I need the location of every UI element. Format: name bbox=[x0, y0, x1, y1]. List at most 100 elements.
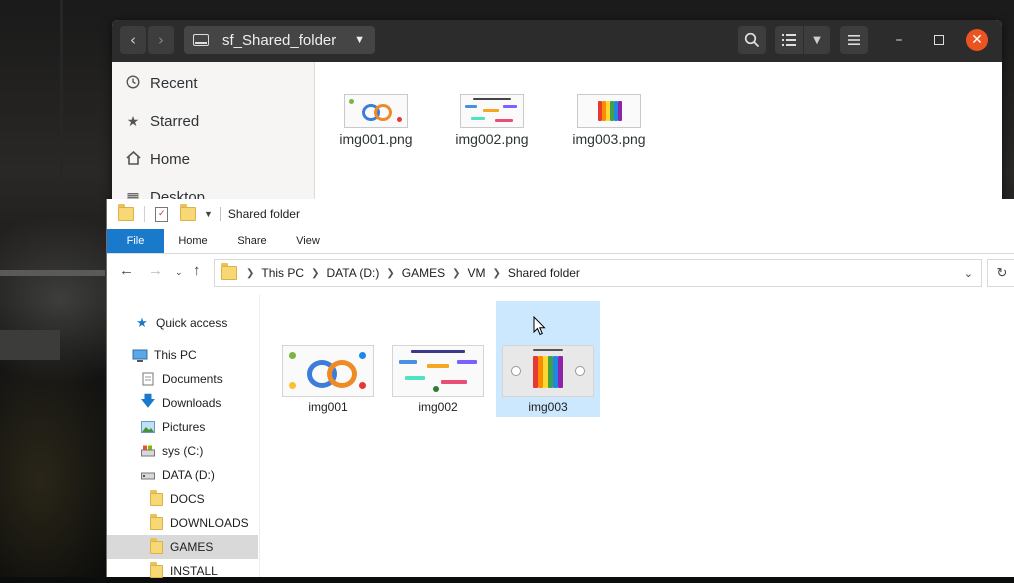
chevron-right-icon: › bbox=[158, 31, 164, 49]
address-bar[interactable]: ❯ This PC ❯ DATA (D:) ❯ GAMES ❯ VM ❯ Sha… bbox=[214, 259, 982, 287]
sidebar-item-label: Starred bbox=[150, 112, 200, 130]
close-button[interactable]: ✕ bbox=[966, 29, 988, 51]
image-thumbnail bbox=[344, 94, 408, 128]
drive-icon bbox=[140, 468, 156, 482]
tree-item-label: This PC bbox=[154, 348, 197, 362]
file-item[interactable]: img002.png bbox=[437, 94, 547, 147]
tree-item-label: GAMES bbox=[170, 540, 214, 554]
view-options-button[interactable]: ▼ bbox=[804, 26, 830, 54]
list-icon bbox=[782, 34, 796, 46]
list-view-button[interactable] bbox=[775, 26, 803, 54]
back-button[interactable]: ‹ bbox=[120, 26, 146, 54]
folder-icon bbox=[148, 513, 164, 530]
tree-item-quick-access[interactable]: ★ Quick access bbox=[107, 311, 258, 335]
folder-icon bbox=[148, 561, 164, 578]
image-thumbnail bbox=[577, 94, 641, 128]
tree-item-documents[interactable]: Documents bbox=[107, 367, 258, 391]
sidebar-item-starred[interactable]: ★ Starred bbox=[112, 106, 312, 136]
tree-item-docs[interactable]: DOCS bbox=[107, 487, 258, 511]
tree-item-install[interactable]: INSTALL bbox=[107, 559, 258, 583]
new-folder-icon[interactable] bbox=[180, 204, 196, 221]
folder-icon bbox=[148, 489, 164, 506]
minimize-icon: – bbox=[895, 32, 903, 48]
quick-access-toolbar-dropdown-icon[interactable]: ▼ bbox=[204, 209, 213, 219]
explorer-window: ✓ ▼ Shared folder File Home Share View ←… bbox=[106, 199, 1014, 578]
location-label: sf_Shared_folder bbox=[222, 31, 337, 49]
home-icon bbox=[125, 150, 141, 168]
tree-item-label: DOCS bbox=[170, 492, 205, 506]
document-icon bbox=[140, 372, 156, 386]
chevron-left-icon: ‹ bbox=[130, 31, 136, 49]
tree-item-label: INSTALL bbox=[170, 564, 218, 578]
image-thumbnail bbox=[460, 94, 524, 128]
image-thumbnail bbox=[282, 345, 374, 397]
forward-arrow-icon[interactable]: → bbox=[148, 262, 163, 279]
maximize-button[interactable] bbox=[928, 26, 950, 54]
forward-button[interactable]: › bbox=[148, 26, 174, 54]
refresh-icon: ↻ bbox=[996, 265, 1008, 280]
breadcrumb-separator-icon: ❯ bbox=[492, 267, 501, 279]
download-arrow-icon: 🡇 bbox=[140, 392, 156, 410]
tree-item-data-d[interactable]: DATA (D:) bbox=[107, 463, 258, 487]
tab-home[interactable]: Home bbox=[170, 229, 216, 253]
hamburger-menu-icon bbox=[848, 35, 860, 45]
close-icon: ✕ bbox=[971, 32, 983, 48]
properties-icon[interactable]: ✓ bbox=[155, 206, 168, 222]
tree-item-pictures[interactable]: Pictures bbox=[107, 415, 258, 439]
tree-item-label: DATA (D:) bbox=[162, 468, 215, 482]
mouse-cursor-icon bbox=[533, 316, 546, 336]
folder-icon bbox=[221, 263, 237, 280]
file-name: img003.png bbox=[572, 131, 646, 147]
file-item[interactable]: img003.png bbox=[554, 94, 664, 147]
pane-divider[interactable] bbox=[259, 294, 260, 577]
file-item[interactable]: img001 bbox=[276, 301, 380, 417]
address-dropdown-icon[interactable]: ⌄ bbox=[964, 267, 973, 280]
navigation-pane: ★ Quick access This PC Documents 🡇 Downl… bbox=[107, 294, 259, 578]
file-name: img001.png bbox=[339, 131, 413, 147]
breadcrumb-item[interactable]: GAMES bbox=[402, 266, 445, 280]
tree-item-label: DOWNLOADS bbox=[170, 516, 249, 530]
nautilus-window: ‹ › sf_Shared_folder ▼ ▼ – ✕ Recent ★ St… bbox=[112, 20, 1002, 220]
breadcrumb-separator-icon: ❯ bbox=[452, 267, 461, 279]
tree-item-this-pc[interactable]: This PC bbox=[107, 343, 258, 367]
file-item[interactable]: img002 bbox=[386, 301, 490, 417]
file-item[interactable]: img001.png bbox=[321, 94, 431, 147]
toolbar-divider bbox=[144, 206, 145, 222]
breadcrumb-item[interactable]: Shared folder bbox=[508, 266, 580, 280]
tree-item-games[interactable]: GAMES bbox=[107, 535, 258, 559]
tab-share[interactable]: Share bbox=[229, 229, 275, 253]
picture-icon bbox=[140, 420, 156, 434]
search-button[interactable] bbox=[738, 26, 766, 54]
sidebar-item-recent[interactable]: Recent bbox=[112, 68, 312, 98]
location-path-button[interactable]: sf_Shared_folder ▼ bbox=[184, 26, 375, 54]
tree-item-label: Pictures bbox=[162, 420, 206, 434]
recent-locations-dropdown-icon[interactable]: ⌄ bbox=[175, 267, 183, 278]
tab-file[interactable]: File bbox=[107, 229, 164, 253]
back-arrow-icon[interactable]: ← bbox=[119, 262, 134, 279]
minimize-button[interactable]: – bbox=[888, 26, 910, 54]
file-name: img001 bbox=[308, 400, 348, 414]
window-title: Shared folder bbox=[227, 207, 300, 221]
star-icon: ★ bbox=[126, 112, 140, 129]
nautilus-sidebar: Recent ★ Starred Home ▦ Desktop bbox=[112, 62, 315, 220]
drive-icon bbox=[140, 444, 156, 458]
breadcrumb-separator-icon: ❯ bbox=[311, 267, 320, 279]
breadcrumb-separator-icon: ❯ bbox=[386, 267, 395, 279]
tab-view[interactable]: View bbox=[285, 229, 331, 253]
tree-item-label: Quick access bbox=[156, 316, 228, 330]
tree-item-sys-c[interactable]: sys (C:) bbox=[107, 439, 258, 463]
menu-button[interactable] bbox=[840, 26, 868, 54]
refresh-button[interactable]: ↻ bbox=[987, 259, 1014, 287]
file-item-selected[interactable]: img003 bbox=[496, 301, 600, 417]
clock-icon bbox=[125, 74, 141, 92]
breadcrumb-item[interactable]: VM bbox=[467, 266, 485, 280]
nautilus-headerbar: ‹ › sf_Shared_folder ▼ ▼ – ✕ bbox=[112, 20, 1002, 62]
star-icon: ★ bbox=[136, 315, 148, 330]
breadcrumb-item[interactable]: This PC bbox=[261, 266, 304, 280]
up-arrow-icon[interactable]: ↑ bbox=[193, 262, 201, 279]
tree-item-downloads-folder[interactable]: DOWNLOADS bbox=[107, 511, 258, 535]
file-name: img002 bbox=[418, 400, 458, 414]
tree-item-downloads[interactable]: 🡇 Downloads bbox=[107, 391, 258, 415]
breadcrumb-item[interactable]: DATA (D:) bbox=[326, 266, 379, 280]
sidebar-item-home[interactable]: Home bbox=[112, 144, 312, 174]
